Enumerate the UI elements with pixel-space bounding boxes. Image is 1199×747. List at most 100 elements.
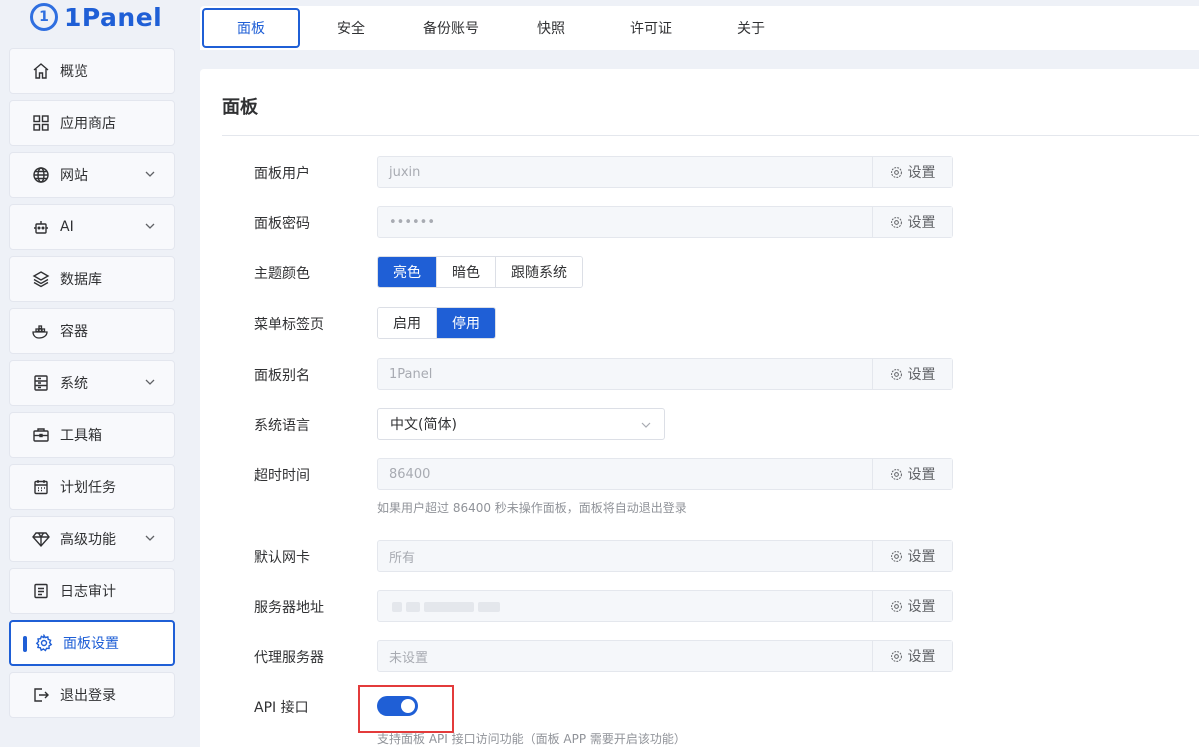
language-value: 中文(简体) — [390, 417, 457, 433]
sidebar-item-overview[interactable]: 概览 — [9, 48, 175, 94]
panel-user-set-button[interactable]: 设置 — [872, 157, 952, 187]
sidebar-item-log-audit[interactable]: 日志审计 — [9, 568, 175, 614]
theme-option-light[interactable]: 亮色 — [378, 257, 437, 287]
tab-backup-accounts[interactable]: 备份账号 — [402, 8, 500, 48]
chevron-down-icon — [641, 422, 651, 428]
timeout-value: 86400 — [389, 466, 431, 482]
sidebar-item-system[interactable]: 系统 — [9, 360, 175, 406]
sidebar-item-label: 工具箱 — [60, 428, 102, 444]
panel-password-set-button[interactable]: 设置 — [872, 207, 952, 237]
gear-icon — [890, 550, 902, 562]
set-button-label: 设置 — [907, 549, 936, 565]
tab-panel[interactable]: 面板 — [202, 8, 300, 48]
sidebar-item-panel-settings[interactable]: 面板设置 — [9, 620, 175, 666]
gear-icon — [890, 468, 902, 480]
robot-icon — [32, 218, 50, 236]
sidebar-item-container[interactable]: 容器 — [9, 308, 175, 354]
panel-alias-set-button[interactable]: 设置 — [872, 359, 952, 389]
sidebar-item-label: 应用商店 — [60, 116, 116, 132]
nic-label: 默认网卡 — [254, 550, 310, 566]
divider — [222, 135, 1199, 136]
gear-icon — [35, 634, 53, 652]
menu-tabs-option-enable[interactable]: 启用 — [378, 308, 437, 338]
server-address-set-button[interactable]: 设置 — [872, 591, 952, 621]
theme-label: 主题颜色 — [254, 266, 310, 282]
panel-alias-field: 1Panel 设置 — [377, 358, 953, 390]
menu-tabs-selector: 启用 停用 — [377, 307, 496, 339]
sidebar: 1 1Panel 概览 应用商店 网站 AI 数据库 容器 系统 工具箱 计划任… — [0, 0, 183, 747]
layers-icon — [32, 270, 50, 288]
panel-password-field: •••••• 设置 — [377, 206, 953, 238]
sidebar-item-cron[interactable]: 计划任务 — [9, 464, 175, 510]
brand-logo[interactable]: 1 1Panel — [30, 0, 162, 34]
panel-alias-label: 面板别名 — [254, 368, 310, 384]
grid-icon — [32, 114, 50, 132]
toolbox-icon — [32, 426, 50, 444]
timeout-set-button[interactable]: 设置 — [872, 459, 952, 489]
server-icon — [32, 374, 50, 392]
sidebar-item-advanced[interactable]: 高级功能 — [9, 516, 175, 562]
logo-icon: 1 — [30, 3, 58, 31]
sidebar-item-label: 日志审计 — [60, 584, 116, 600]
sidebar-item-website[interactable]: 网站 — [9, 152, 175, 198]
proxy-value: 未设置 — [389, 650, 429, 666]
gear-icon — [890, 166, 902, 178]
panel-password-label: 面板密码 — [254, 216, 310, 232]
timeout-hint: 如果用户超过 86400 秒未操作面板，面板将自动退出登录 — [377, 501, 687, 515]
sidebar-item-database[interactable]: 数据库 — [9, 256, 175, 302]
sidebar-item-ai[interactable]: AI — [9, 204, 175, 250]
calendar-icon — [32, 478, 50, 496]
panel-password-value: •••••• — [389, 214, 436, 230]
api-label: API 接口 — [254, 700, 309, 716]
nic-value: 所有 — [389, 550, 416, 566]
tab-snapshot[interactable]: 快照 — [502, 8, 600, 48]
gear-icon — [890, 650, 902, 662]
language-label: 系统语言 — [254, 418, 310, 434]
api-hint: 支持面板 API 接口访问功能（面板 APP 需要开启该功能） — [377, 732, 686, 746]
timeout-label: 超时时间 — [254, 468, 310, 484]
sidebar-item-label: 网站 — [60, 168, 88, 184]
sidebar-item-label: 退出登录 — [60, 688, 116, 704]
chevron-down-icon — [145, 171, 155, 177]
sidebar-item-app-store[interactable]: 应用商店 — [9, 100, 175, 146]
theme-option-system[interactable]: 跟随系统 — [496, 257, 582, 287]
proxy-set-button[interactable]: 设置 — [872, 641, 952, 671]
gear-icon — [890, 216, 902, 228]
highlight-annotation — [358, 685, 454, 733]
panel-user-value: juxin — [389, 164, 421, 180]
nic-set-button[interactable]: 设置 — [872, 541, 952, 571]
menu-tabs-option-disable[interactable]: 停用 — [437, 308, 495, 338]
chevron-down-icon — [145, 535, 155, 541]
set-button-label: 设置 — [907, 649, 936, 665]
panel-user-label: 面板用户 — [254, 166, 310, 182]
proxy-field: 未设置 设置 — [377, 640, 953, 672]
settings-tabs: 面板 安全 备份账号 快照 许可证 关于 — [200, 6, 1199, 50]
set-button-label: 设置 — [907, 215, 936, 231]
language-select[interactable]: 中文(简体) — [377, 408, 665, 440]
chevron-down-icon — [145, 379, 155, 385]
sidebar-item-label: 数据库 — [60, 272, 102, 288]
gear-icon — [890, 368, 902, 380]
sidebar-item-logout[interactable]: 退出登录 — [9, 672, 175, 718]
sidebar-item-label: AI — [60, 219, 74, 235]
theme-option-dark[interactable]: 暗色 — [437, 257, 496, 287]
sidebar-item-label: 系统 — [60, 376, 88, 392]
brand-name: 1Panel — [64, 2, 163, 32]
timeout-field: 86400 设置 — [377, 458, 953, 490]
docker-icon — [32, 322, 50, 340]
redacted-address — [392, 602, 500, 612]
tab-license[interactable]: 许可证 — [602, 8, 700, 48]
active-indicator — [23, 636, 27, 652]
tab-about[interactable]: 关于 — [702, 8, 800, 48]
sidebar-item-label: 容器 — [60, 324, 88, 340]
sidebar-item-label: 高级功能 — [60, 532, 116, 548]
set-button-label: 设置 — [907, 467, 936, 483]
set-button-label: 设置 — [907, 367, 936, 383]
tab-security[interactable]: 安全 — [302, 8, 400, 48]
panel-alias-value: 1Panel — [389, 366, 433, 382]
server-address-label: 服务器地址 — [254, 600, 324, 616]
proxy-label: 代理服务器 — [254, 650, 324, 666]
gear-icon — [890, 600, 902, 612]
log-icon — [32, 582, 50, 600]
sidebar-item-toolbox[interactable]: 工具箱 — [9, 412, 175, 458]
